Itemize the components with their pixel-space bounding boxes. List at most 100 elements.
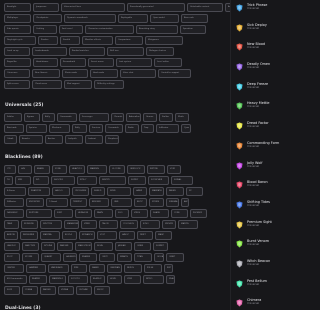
tag-chip[interactable]: ARROW [4, 231, 18, 240]
tag-chip[interactable]: GOLIATH [154, 253, 164, 262]
tag-chip[interactable]: MANTRA [40, 231, 60, 240]
tag-chip[interactable]: Character customization [85, 25, 134, 34]
tag-chip[interactable]: ZONE [52, 165, 67, 174]
tag-chip[interactable]: ECHO [140, 220, 160, 229]
tag-chip[interactable]: VOLT [97, 231, 117, 240]
tag-chip[interactable]: JAGUAR [115, 242, 132, 251]
tag-chip[interactable]: OMEN [134, 242, 151, 251]
tag-chip[interactable]: BOLT-4 [62, 231, 77, 240]
tag-chip[interactable]: SHIELD [91, 187, 105, 196]
tag-chip[interactable]: Boss rush [181, 14, 208, 23]
tag-chip[interactable]: ONYX [99, 253, 115, 262]
tag-chip[interactable]: SIGNAL [171, 176, 193, 185]
tag-chip[interactable]: WASP [155, 231, 172, 240]
tag-chip[interactable]: Medic [175, 113, 189, 122]
tag-chip[interactable]: STORM [22, 253, 39, 262]
roster-card[interactable]: Sick Deploy Universal [236, 23, 308, 43]
tag-chip[interactable]: SENTRY [99, 176, 126, 185]
tag-chip[interactable]: SILO [115, 209, 129, 218]
tag-chip[interactable]: Lookout [85, 135, 103, 144]
tag-chip[interactable]: RAIDER [40, 286, 56, 295]
tag-chip[interactable]: Cyan [181, 124, 191, 133]
tag-chip[interactable]: Unlockable content [187, 3, 223, 12]
tag-chip[interactable]: FURY [54, 209, 73, 218]
tag-chip[interactable]: BLITZ [134, 198, 147, 207]
tag-chip[interactable]: SCORCHER [148, 176, 169, 185]
tag-chip[interactable]: Brawler [19, 135, 43, 144]
tag-chip[interactable]: SUPPLY [128, 176, 146, 185]
tag-chip[interactable]: COBRA [22, 286, 38, 295]
tag-chip[interactable]: Procedurally generated [127, 3, 185, 12]
tag-chip[interactable]: VIRUS [131, 209, 148, 218]
tag-chip[interactable]: Radio [125, 124, 139, 133]
tag-chip[interactable]: VANGUARD [48, 264, 69, 273]
tag-chip[interactable]: STRIKE [149, 198, 164, 207]
roster-card[interactable]: Heavy Mettle Universal [236, 101, 308, 121]
tag-chip[interactable]: H4V [18, 165, 32, 174]
tag-chip[interactable]: PIKE [71, 264, 87, 273]
tag-chip[interactable]: FLUX [4, 286, 20, 295]
tag-chip[interactable]: Roguelike [4, 58, 31, 67]
tag-chip[interactable]: RANGER [57, 242, 73, 251]
tag-chip[interactable]: SKYLINE [41, 242, 55, 251]
tag-chip[interactable]: Loot system [116, 58, 152, 67]
tag-chip[interactable]: Secret areas [88, 58, 114, 67]
tag-chip[interactable]: Commando [57, 113, 77, 122]
tag-chip[interactable]: Cloud saves [32, 80, 62, 89]
tag-chip[interactable]: Companions [115, 36, 143, 45]
tag-chip[interactable]: WRAITH [117, 253, 132, 262]
tag-chip[interactable]: Side quests [4, 25, 31, 34]
roster-card[interactable]: Jolly Wolf Universal [236, 161, 308, 181]
tag-chip[interactable]: Hand-drawn [33, 58, 58, 67]
tag-chip[interactable]: Shepherd [105, 135, 119, 144]
tag-chip[interactable]: WARDEN [87, 165, 107, 174]
tag-chip[interactable]: Skill tree [107, 47, 144, 56]
roster-card[interactable]: Dread Factor Universal [236, 121, 308, 141]
tag-chip[interactable]: HALO-9 [52, 187, 70, 196]
tag-chip[interactable]: FZL [33, 176, 49, 185]
tag-chip[interactable]: ARC [181, 198, 189, 207]
tag-chip[interactable]: MANTIS [178, 220, 198, 229]
tag-chip[interactable]: HAWK [133, 187, 147, 196]
tag-chip[interactable]: NOVA [94, 242, 113, 251]
tag-chip[interactable]: HOWL [107, 275, 122, 284]
tag-chip[interactable]: Trap [141, 124, 154, 133]
tag-chip[interactable]: FROST [94, 286, 110, 295]
tag-chip[interactable]: PHOENIX [190, 209, 207, 218]
tag-chip[interactable]: REDEEMER [20, 231, 38, 240]
tag-chip[interactable]: BLAZE-X [90, 275, 105, 284]
tag-chip[interactable]: Open world [150, 14, 179, 23]
tag-chip[interactable]: CORE [171, 209, 188, 218]
tag-chip[interactable]: ORBIT [166, 253, 184, 262]
tag-chip[interactable]: Multiplayer [4, 14, 31, 23]
tag-chip[interactable]: LF-CORE [109, 165, 125, 174]
tag-chip[interactable]: SHADE [150, 209, 169, 218]
tag-chip[interactable]: TEMPEST [70, 198, 87, 207]
tag-chip[interactable]: WARDEN-2 [49, 275, 66, 284]
tag-chip[interactable]: Bully [42, 113, 55, 122]
tag-chip[interactable]: Level editor [154, 58, 182, 67]
tag-chip[interactable]: Controller support [158, 69, 191, 78]
tag-chip[interactable]: LANCE-X [4, 242, 20, 251]
tag-chip[interactable]: Barricade [4, 124, 24, 133]
tag-chip[interactable]: Voice-acted lines [61, 3, 125, 12]
tag-chip[interactable]: RIPTIDE [147, 165, 165, 174]
tag-chip[interactable]: Rally [72, 124, 87, 133]
tag-chip[interactable]: E-Storm [4, 187, 26, 196]
tag-chip[interactable]: Minigames [145, 36, 183, 45]
roster-card[interactable]: Trick Phrase Universal [236, 3, 308, 23]
tag-chip[interactable]: HAVOC [119, 231, 135, 240]
tag-chip[interactable]: BRUISER [89, 198, 109, 207]
tag-chip[interactable]: Fast travel [59, 25, 83, 34]
tag-chip[interactable]: Chemist [111, 113, 124, 122]
tag-chip[interactable]: RUPTURE [26, 209, 52, 218]
roster-card[interactable]: Commanding Form Universal [236, 141, 308, 161]
tag-chip[interactable]: Permadeath [60, 58, 86, 67]
tag-chip[interactable]: KRAKEN [79, 253, 97, 262]
tag-chip[interactable]: Branching story [136, 25, 178, 34]
tag-chip[interactable]: MAELSTROM [75, 242, 92, 251]
tag-chip[interactable]: GRIDLOCK [127, 165, 145, 174]
roster-card[interactable]: Blood Baron Universal [236, 180, 308, 200]
tag-chip[interactable]: PHANTOM [28, 187, 50, 196]
roster-card[interactable]: Pest Bellum Universal [236, 279, 308, 299]
